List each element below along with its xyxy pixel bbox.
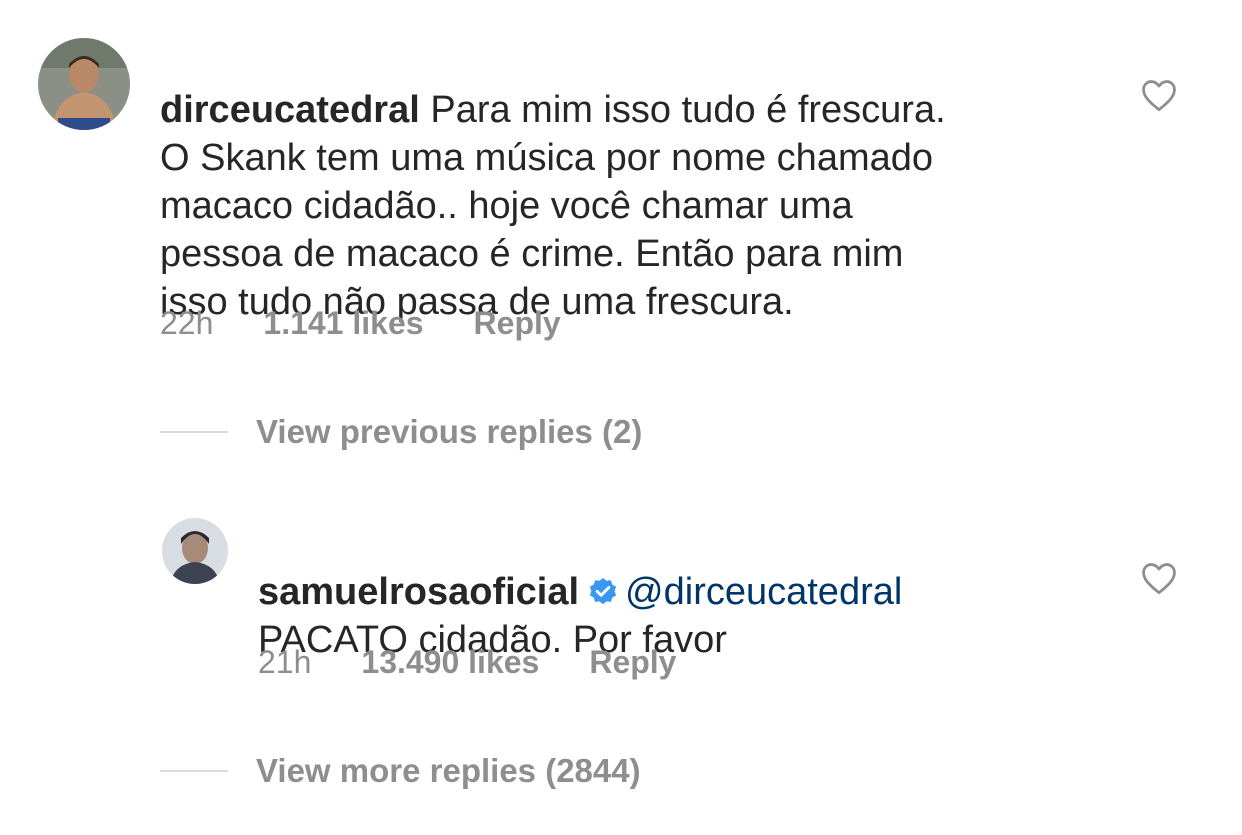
reply-meta: 21h 13.490 likes Reply: [258, 642, 676, 682]
thread-divider: [160, 770, 228, 772]
reply-time: 21h: [258, 644, 312, 680]
reply-username[interactable]: samuelrosaoficial: [258, 571, 579, 613]
comment-time: 22h: [160, 305, 214, 341]
verified-badge-icon: [589, 578, 617, 605]
view-more-replies-button[interactable]: View more replies (2844): [160, 751, 641, 791]
comment-meta: 22h 1.141 likes Reply: [160, 303, 561, 343]
comment-likes[interactable]: 1.141 likes: [263, 303, 423, 343]
reply-likes[interactable]: 13.490 likes: [361, 642, 539, 682]
user-avatar-photo: [38, 38, 130, 130]
view-previous-replies-button[interactable]: View previous replies (2): [160, 412, 642, 452]
avatar[interactable]: [38, 38, 130, 130]
comment-body: dirceucatedral Para mim isso tudo é fres…: [160, 38, 1120, 326]
comment-username[interactable]: dirceucatedral: [160, 89, 420, 131]
comment-reply-button[interactable]: Reply: [474, 303, 561, 343]
view-more-replies-label: View more replies (2844): [256, 752, 641, 789]
view-previous-replies-label: View previous replies (2): [256, 413, 643, 450]
heart-outline-icon[interactable]: [1140, 561, 1178, 595]
reply-avatar-photo: [162, 518, 228, 584]
heart-outline-icon[interactable]: [1140, 78, 1178, 112]
reply-avatar[interactable]: [162, 518, 228, 584]
reply-mention[interactable]: @dirceucatedral: [625, 571, 902, 613]
thread-divider: [160, 431, 228, 433]
reply-reply-button[interactable]: Reply: [589, 642, 676, 682]
